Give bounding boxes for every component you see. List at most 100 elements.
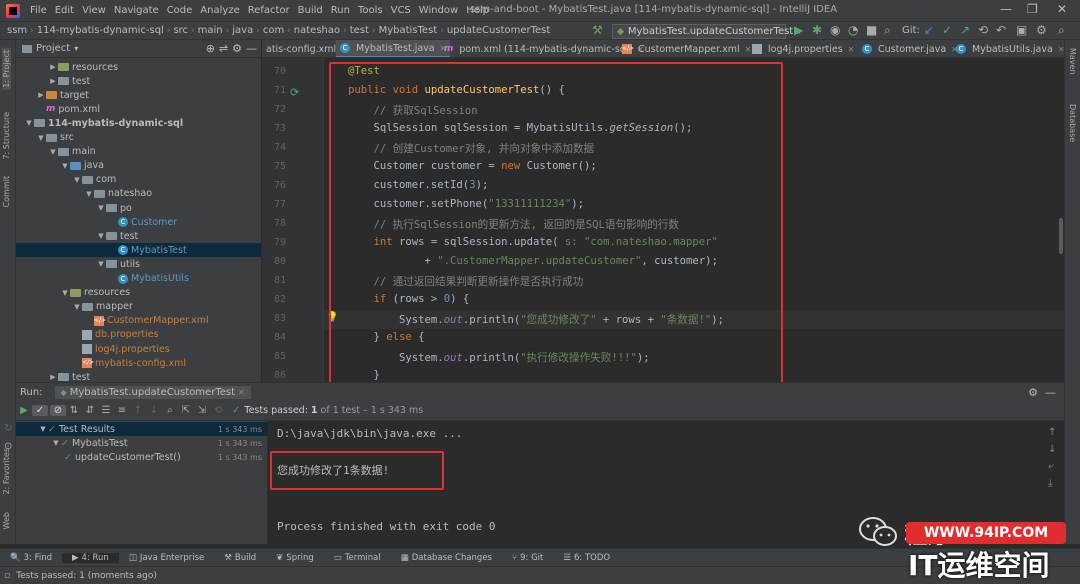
bottom-tab[interactable]: 🔍 3: Find	[0, 553, 62, 563]
close-icon[interactable]: ✕	[848, 45, 855, 54]
tool-window-favorites[interactable]: 2: Favorites	[2, 448, 11, 494]
sort-duration-icon[interactable]: ⇵	[82, 405, 98, 416]
chevron-down-icon[interactable]: ▼	[38, 425, 48, 433]
test-tree-item[interactable]: ▼ ✓ Test Results 1 s 343 ms	[16, 422, 268, 436]
project-tree-item[interactable]: ▶ resources	[16, 60, 261, 74]
project-tree-item[interactable]: </> mybatis-config.xml	[16, 356, 261, 370]
menu-run[interactable]: Run	[327, 5, 354, 16]
breadcrumb-item[interactable]: nateshao	[291, 25, 343, 36]
bottom-tab[interactable]: ☰ 6: TODO	[553, 553, 620, 563]
locate-file-icon[interactable]: ⊕	[206, 42, 215, 55]
gear-icon[interactable]: ⚙	[232, 42, 242, 55]
menu-file[interactable]: File	[26, 5, 51, 16]
rerun-icon[interactable]: ▶	[16, 405, 32, 416]
project-tree-item[interactable]: </> CustomerMapper.xml	[16, 314, 261, 328]
menu-build[interactable]: Build	[294, 5, 327, 16]
chevron-down-icon[interactable]: ▼	[60, 289, 70, 297]
breadcrumb-item[interactable]: src	[170, 25, 191, 36]
build-hammer-icon[interactable]: ⚒	[592, 23, 603, 37]
search-everywhere-icon[interactable]: ⌕	[884, 23, 891, 38]
menu-window[interactable]: Window	[415, 5, 462, 16]
tool-window-project[interactable]: 1: Project	[2, 48, 11, 90]
chevron-down-icon[interactable]: ▼	[24, 119, 34, 127]
project-panel-title[interactable]: Project	[36, 43, 70, 54]
breadcrumb-item[interactable]: updateCustomerTest	[444, 25, 554, 36]
project-tree-item[interactable]: ▼ mapper	[16, 300, 261, 314]
editor-scrollbar-thumb[interactable]	[1059, 218, 1063, 254]
git-update-icon[interactable]: ↙	[924, 23, 934, 37]
chevron-down-icon[interactable]: ▼	[51, 439, 61, 447]
chevron-down-icon[interactable]: ▼	[96, 204, 106, 212]
collapse-all-icon[interactable]: ⇌	[219, 42, 228, 55]
bottom-tab[interactable]: ▦ Database Changes	[391, 553, 502, 563]
menu-vcs[interactable]: VCS	[387, 5, 415, 16]
chevron-down-icon[interactable]: ▼	[60, 162, 70, 170]
next-failed-icon[interactable]: ↓	[146, 405, 162, 416]
project-tree-item[interactable]: ▼ test	[16, 229, 261, 243]
menu-refactor[interactable]: Refactor	[244, 5, 294, 16]
close-icon[interactable]: ✕	[1058, 45, 1064, 54]
chevron-down-icon[interactable]: ▼	[84, 190, 94, 198]
settings-wrench-icon[interactable]: ⚙	[1036, 23, 1047, 37]
collapse-all-icon[interactable]: ≡	[114, 405, 130, 416]
test-tree-item[interactable]: ▼ ✓ MybatisTest 1 s 343 ms	[16, 436, 268, 450]
project-tree-item[interactable]: ▼ main	[16, 145, 261, 159]
bottom-tab[interactable]: ❦ Spring	[266, 553, 324, 563]
previous-failed-icon[interactable]: ↑	[130, 405, 146, 416]
editor-tab[interactable]: C MybatisUtils.java ✕	[952, 40, 1064, 57]
expand-all-icon[interactable]: ☰	[98, 405, 114, 416]
hide-panel-icon[interactable]: —	[1045, 386, 1056, 399]
breadcrumb-item[interactable]: 114-mybatis-dynamic-sql	[34, 25, 167, 36]
search-icon[interactable]: ⌕	[1058, 23, 1065, 38]
project-tree-item[interactable]: ▼ po	[16, 201, 261, 215]
scroll-down-icon[interactable]: ↓	[1048, 444, 1056, 455]
chevron-right-icon[interactable]: ▶	[48, 373, 58, 381]
project-tree-item[interactable]: ▼ java	[16, 159, 261, 173]
run-tab[interactable]: ◆ MybatisTest.updateCustomerTest ✕	[54, 385, 251, 399]
test-tree-item[interactable]: ✓ updateCustomerTest() 1 s 343 ms	[16, 451, 268, 465]
code-editor[interactable]: ⟳ 💡 70 71 72 73 74 75 76 77 78 79 80 81 82 83 84 85 86 @T…	[262, 58, 1064, 382]
coverage-icon[interactable]: ◉	[830, 23, 840, 37]
run-configuration-selector[interactable]: ◆ MybatisTest.updateCustomerTest ▾	[612, 24, 801, 39]
git-push-icon[interactable]: ↗	[960, 23, 970, 37]
tool-window-structure[interactable]: 7: Structure	[2, 112, 11, 160]
menu-edit[interactable]: Edit	[51, 5, 78, 16]
scroll-to-end-icon[interactable]: ⤓	[1048, 478, 1056, 489]
bottom-tab[interactable]: ⑂ 9: Git	[502, 553, 553, 563]
bottom-tab[interactable]: ▶ 4: Run	[61, 552, 119, 563]
status-layout-icon[interactable]: ▫	[4, 571, 10, 581]
tool-window-web[interactable]: Web	[2, 512, 11, 529]
project-tree-item[interactable]: C Customer	[16, 215, 261, 229]
chevron-right-icon[interactable]: ▶	[48, 77, 58, 85]
run-icon[interactable]: ▶	[794, 23, 803, 37]
chevron-down-icon[interactable]: ▼	[72, 176, 82, 184]
soft-wrap-icon[interactable]: ⤶	[1048, 461, 1056, 472]
project-tree-item[interactable]: ▶ test	[16, 370, 261, 382]
breadcrumb-item[interactable]: ssm	[4, 25, 30, 36]
project-tree-item[interactable]: m pom.xml	[16, 102, 261, 116]
editor-tab[interactable]: C MybatisTest.java ✕	[336, 40, 451, 57]
project-tree-item[interactable]: ▶ target	[16, 88, 261, 102]
chevron-down-icon[interactable]: ▼	[96, 232, 106, 240]
breadcrumb-item[interactable]: com	[260, 25, 287, 36]
project-tree-item[interactable]: ▶ test	[16, 74, 261, 88]
chevron-down-icon[interactable]: ▾	[74, 44, 78, 53]
restore-icon[interactable]: ❐	[1027, 2, 1038, 16]
minimize-icon[interactable]: —	[1000, 2, 1012, 16]
stop-icon[interactable]: ■	[866, 23, 877, 37]
tool-window-commit[interactable]: Commit	[2, 176, 11, 207]
breadcrumb-item[interactable]: java	[229, 25, 256, 36]
chevron-down-icon[interactable]: ▼	[36, 134, 46, 142]
project-tree-item[interactable]: C MybatisUtils	[16, 272, 261, 286]
project-tree-item[interactable]: ▼ 114-mybatis-dynamic-sql	[16, 116, 261, 130]
show-ignored-icon[interactable]: ⊘	[50, 405, 66, 416]
scroll-up-icon[interactable]: ↑	[1048, 427, 1056, 438]
rerun-failed-icon[interactable]: ↻	[4, 423, 12, 434]
menu-tools[interactable]: Tools	[354, 5, 387, 16]
rollback-icon[interactable]: ↶	[996, 23, 1006, 37]
show-passed-icon[interactable]: ✓	[32, 405, 48, 416]
hide-panel-icon[interactable]: —	[246, 42, 257, 55]
git-commit-icon[interactable]: ✓	[942, 23, 952, 37]
close-icon[interactable]: ✕	[1057, 2, 1067, 16]
export-icon[interactable]: ⇱	[178, 405, 194, 416]
